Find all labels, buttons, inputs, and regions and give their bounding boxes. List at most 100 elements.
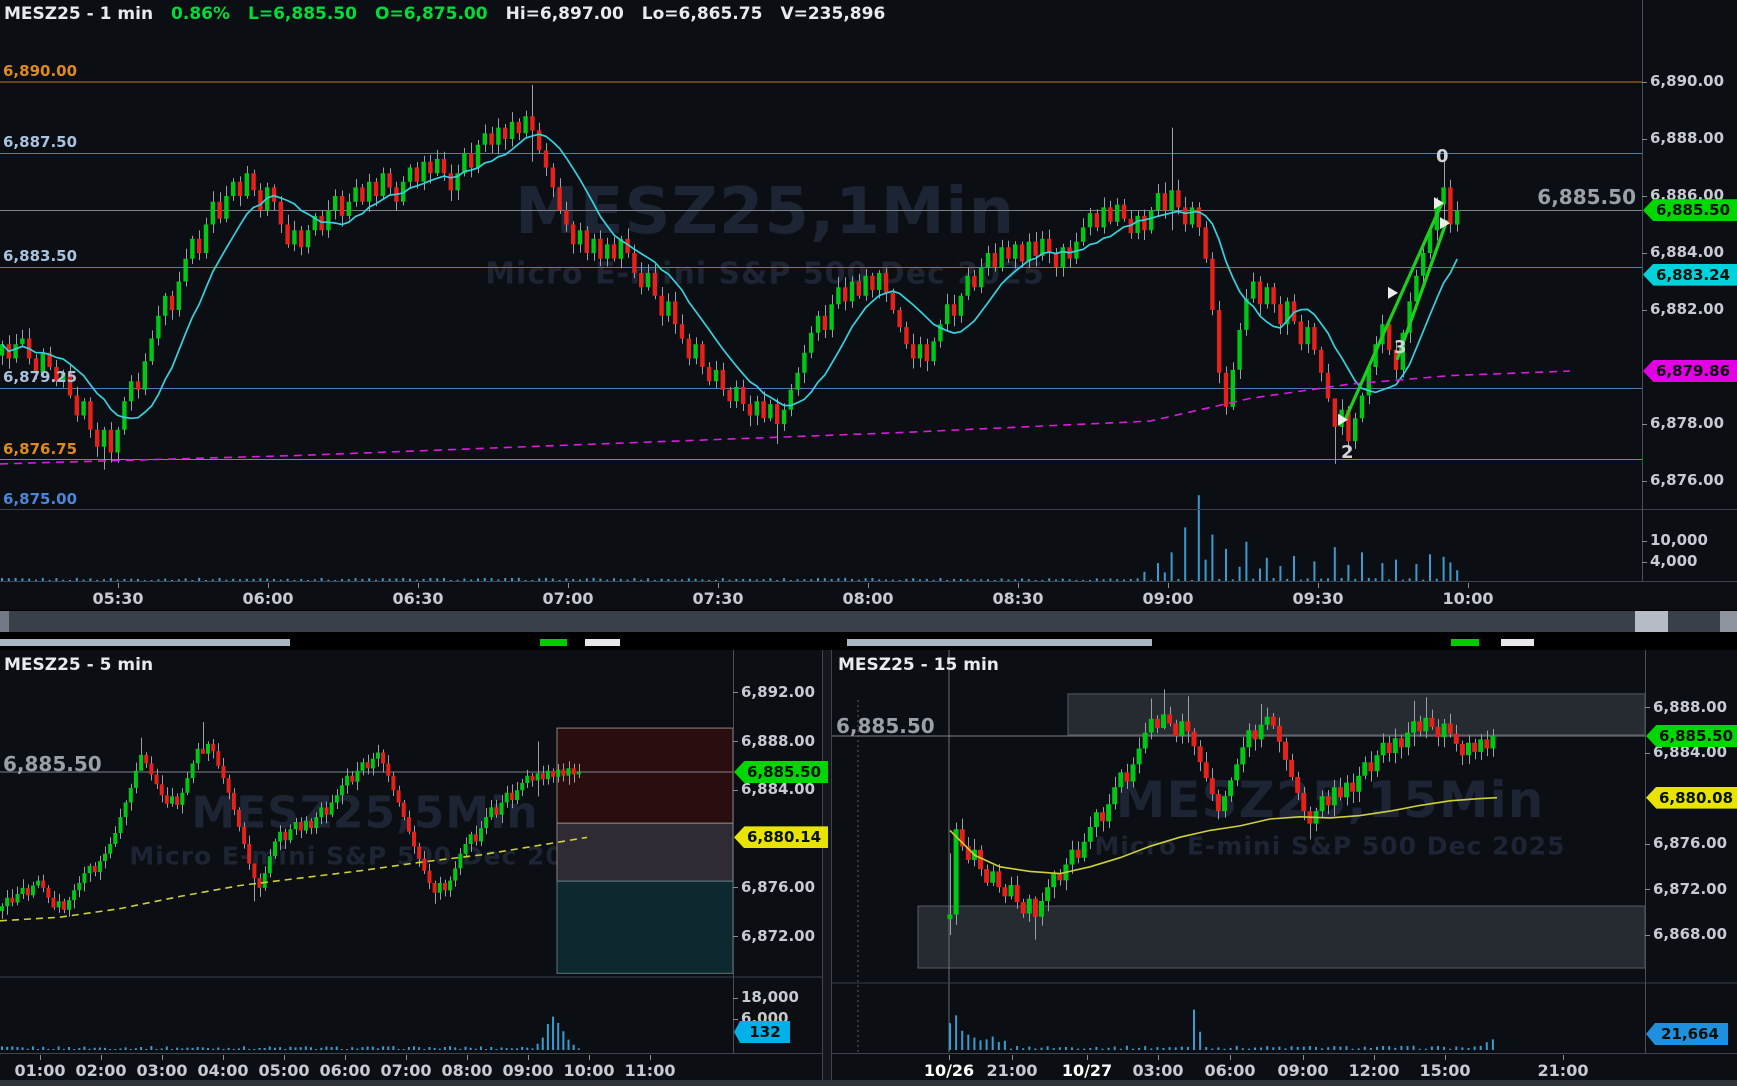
price-badge: 6,885.50 <box>1646 725 1737 747</box>
time-axis-label: 02:00 <box>76 1061 127 1080</box>
time-axis-label: 09:00 <box>503 1061 554 1080</box>
price-badge: 6,885.50 <box>734 761 828 783</box>
bottom-charts-scroll-strip <box>0 637 1737 648</box>
level-price-label-5min: 6,885.50 <box>3 752 102 776</box>
time-axis-label: 15:00 <box>1420 1061 1471 1080</box>
volume-axis-label: 10,000 <box>1650 531 1708 549</box>
level-price-label: 6,876.75 <box>3 440 77 458</box>
price-badge: 132 <box>734 1021 790 1043</box>
axis-tick-mark <box>1645 707 1650 708</box>
price-badge: 6,883.24 <box>1643 264 1737 286</box>
bottom-left-scroll-green[interactable] <box>540 639 567 646</box>
bullish-candles <box>0 116 1459 452</box>
level-price-label: 6,875.00 <box>3 490 77 508</box>
price-axis-label: 6,878.00 <box>1650 414 1724 432</box>
axis-tick-mark <box>733 1019 738 1020</box>
time-axis-label: 21:00 <box>1538 1061 1589 1080</box>
axis-tick-mark <box>733 790 738 791</box>
price-axis-label: 6,882.00 <box>1650 300 1724 318</box>
bottom-right-scroll-green[interactable] <box>1451 639 1479 646</box>
axis-tick-mark <box>1645 935 1650 936</box>
time-axis-label: 21:00 <box>987 1061 1038 1080</box>
volume-bars <box>949 1010 1494 1050</box>
open-price-label: O=6,875.00 <box>375 4 488 24</box>
price-badge: 6,885.50 <box>1643 199 1737 221</box>
time-axis-label: 09:00 <box>1143 589 1194 608</box>
time-axis-label: 10:00 <box>1443 589 1494 608</box>
price-axis-label: 6,868.00 <box>1653 925 1727 943</box>
price-axis-label: 6,884.00 <box>1650 243 1724 261</box>
time-axis-label: 06:00 <box>1205 1061 1256 1080</box>
change-pct-label: 0.86% <box>171 4 230 24</box>
scrollbar-right-button[interactable] <box>1720 611 1737 632</box>
axis-tick-mark <box>1642 310 1647 311</box>
level-price-label: 6,890.00 <box>3 62 77 80</box>
chart-header: MESZ25 - 1 min0.86%L=6,885.50O=6,875.00H… <box>4 4 903 24</box>
price-axis-label: 6,876.00 <box>1650 471 1724 489</box>
axis-tick-mark <box>1642 139 1647 140</box>
zigzag-label: 2 <box>1341 442 1354 463</box>
volume-axis-label: 4,000 <box>1650 552 1697 570</box>
price-axis-label: 6,872.00 <box>741 927 815 945</box>
time-axis-label: 05:30 <box>93 589 144 608</box>
bottom-right-scroll-white[interactable] <box>1501 639 1534 646</box>
axis-tick-mark <box>1642 253 1647 254</box>
status-strip <box>0 1080 1737 1086</box>
panel-title-15min: MESZ25 - 15 min <box>838 655 999 675</box>
time-axis-label: 03:00 <box>1133 1061 1184 1080</box>
time-axis-label: 08:00 <box>442 1061 493 1080</box>
study-box <box>1068 694 1645 735</box>
bottom-left-scroll-white[interactable] <box>585 639 620 646</box>
price-axis-label: 6,890.00 <box>1650 72 1724 90</box>
axis-tick-mark <box>1645 844 1650 845</box>
axis-tick-mark <box>1645 753 1650 754</box>
price-badge: 6,880.14 <box>734 826 828 848</box>
price-badge: 6,879.86 <box>1643 360 1737 382</box>
time-axis-label: 08:30 <box>993 589 1044 608</box>
zigzag-label: 3 <box>1394 337 1407 358</box>
time-axis-label: 06:00 <box>320 1061 371 1080</box>
level-price-label-1min: 6,885.50 <box>1537 185 1636 209</box>
scrollbar-thumb[interactable] <box>1635 611 1668 632</box>
price-axis-label: 6,876.00 <box>741 878 815 896</box>
axis-tick-mark <box>1642 424 1647 425</box>
low-price-label: Lo=6,865.75 <box>642 4 763 24</box>
volume-bars <box>1 1017 580 1050</box>
zigzag-line <box>1345 203 1442 420</box>
axis-tick-mark <box>1642 82 1647 83</box>
axis-tick-mark <box>733 936 738 937</box>
top-chart-scrollbar[interactable] <box>0 611 1737 632</box>
symbol-period-label: MESZ25 - 1 min <box>4 4 153 24</box>
scrollbar-left-notch[interactable] <box>0 611 9 632</box>
level-price-label: 6,883.50 <box>3 247 77 265</box>
time-axis-label: 06:30 <box>393 589 444 608</box>
study-box <box>557 881 733 973</box>
price-axis-label: 6,888.00 <box>1653 698 1727 716</box>
candle-wicks <box>3 85 1458 470</box>
axis-tick-mark <box>1642 541 1647 542</box>
time-axis-label: 07:00 <box>381 1061 432 1080</box>
time-axis-label: 05:00 <box>259 1061 310 1080</box>
high-price-label: Hi=6,897.00 <box>506 4 624 24</box>
study-box <box>918 906 1645 968</box>
axis-tick-mark <box>733 887 738 888</box>
panel-title-5min: MESZ25 - 5 min <box>4 655 153 675</box>
price-axis-label: 6,872.00 <box>1653 880 1727 898</box>
bottom-right-scroll-thumb[interactable] <box>847 639 1152 646</box>
bottom-left-scroll-thumb[interactable] <box>0 639 290 646</box>
panel-divider[interactable] <box>822 650 832 1080</box>
time-axis-label: 08:00 <box>843 589 894 608</box>
study-box <box>557 823 733 881</box>
axis-tick-mark <box>733 998 738 999</box>
axis-tick-mark <box>1642 481 1647 482</box>
price-badge: 6,880.08 <box>1646 787 1737 809</box>
price-axis-label: 6,892.00 <box>741 683 815 701</box>
price-axis-label: 6,888.00 <box>741 732 815 750</box>
chart-canvas[interactable]: 230 <box>0 0 1737 1086</box>
price-badge: 21,664 <box>1646 1023 1728 1045</box>
level-price-label: 6,879.25 <box>3 368 77 386</box>
time-axis-label: 06:00 <box>243 589 294 608</box>
time-axis-label: 10:00 <box>564 1061 615 1080</box>
trading-workspace: MESZ25 - 1 min0.86%L=6,885.50O=6,875.00H… <box>0 0 1737 1086</box>
time-axis-label: 10/26 <box>924 1061 974 1080</box>
